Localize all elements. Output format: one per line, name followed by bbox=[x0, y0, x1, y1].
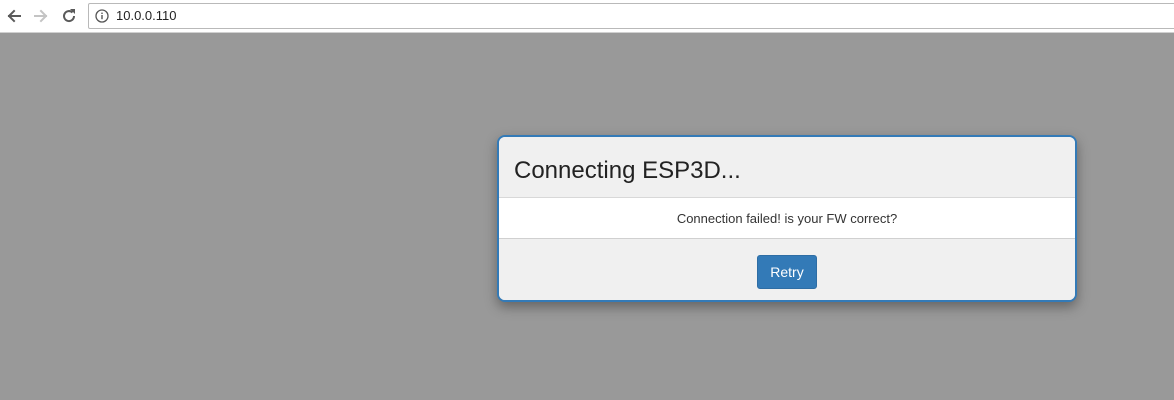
address-bar[interactable]: 10.0.0.110 bbox=[88, 3, 1174, 29]
dialog-body: Connection failed! is your FW correct? bbox=[499, 198, 1075, 239]
dialog-footer: Retry bbox=[499, 239, 1075, 300]
reload-icon[interactable] bbox=[59, 6, 79, 26]
forward-arrow-icon[interactable] bbox=[31, 6, 51, 26]
dialog-title: Connecting ESP3D... bbox=[514, 157, 741, 184]
connection-dialog: Connecting ESP3D... Connection failed! i… bbox=[497, 135, 1077, 302]
error-message: Connection failed! is your FW correct? bbox=[676, 211, 898, 226]
dialog-header: Connecting ESP3D... bbox=[499, 137, 1075, 198]
browser-toolbar: 10.0.0.110 bbox=[0, 0, 1174, 33]
url-text: 10.0.0.110 bbox=[116, 8, 177, 23]
retry-button[interactable]: Retry bbox=[757, 255, 817, 289]
info-icon[interactable] bbox=[95, 9, 109, 23]
back-arrow-icon[interactable] bbox=[4, 6, 24, 26]
